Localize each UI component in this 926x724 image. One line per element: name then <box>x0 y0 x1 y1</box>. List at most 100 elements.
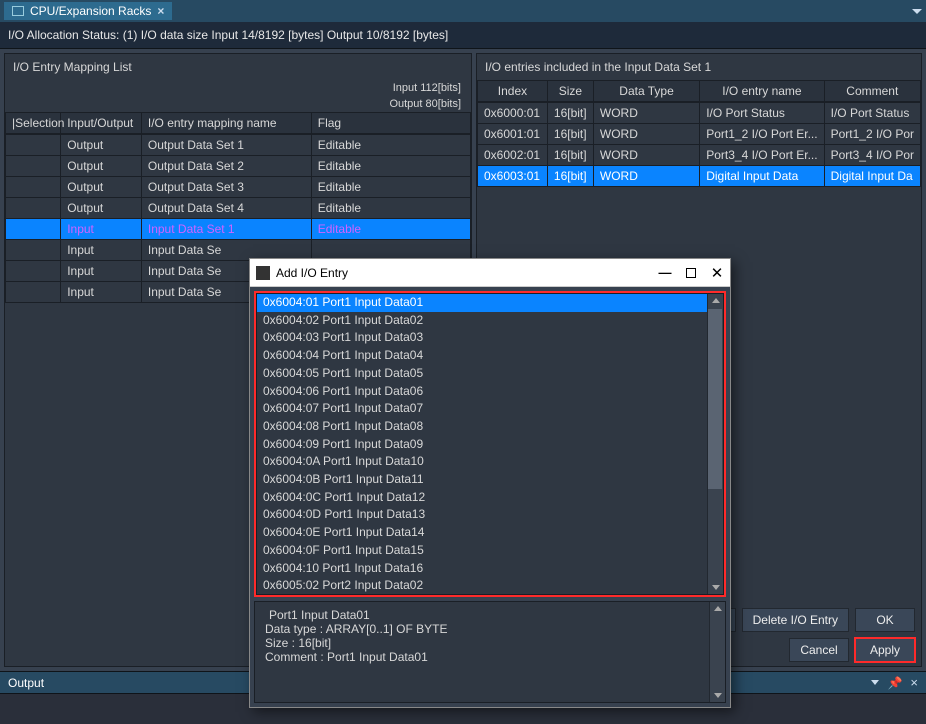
cell-io: Output <box>61 134 142 156</box>
table-row[interactable]: 0x6001:0116[bit]WORDPort1_2 I/O Port Er.… <box>478 124 921 145</box>
cell-entry: Port3_4 I/O Port Er... <box>700 145 824 166</box>
cell-type: WORD <box>593 102 699 124</box>
scroll-down-icon[interactable] <box>714 693 722 698</box>
col-index[interactable]: Index <box>478 81 548 103</box>
cancel-button[interactable]: Cancel <box>789 638 849 662</box>
cell-selection <box>6 261 61 282</box>
dialog-title: Add I/O Entry <box>276 266 348 280</box>
tab-close-icon[interactable]: × <box>157 4 164 18</box>
list-item[interactable]: 0x6004:0B Port1 Input Data11 <box>257 471 723 489</box>
cell-size: 16[bit] <box>547 145 593 166</box>
cell-selection <box>6 198 61 219</box>
list-item[interactable]: 0x6005:02 Port2 Input Data02 <box>257 577 723 595</box>
cell-index: 0x6002:01 <box>478 145 548 166</box>
table-row[interactable]: 0x6003:0116[bit]WORDDigital Input DataDi… <box>478 166 921 187</box>
delete-io-entry-button[interactable]: Delete I/O Entry <box>742 608 849 632</box>
list-item[interactable]: 0x6004:0E Port1 Input Data14 <box>257 524 723 542</box>
col-type[interactable]: Data Type <box>593 81 699 103</box>
col-flag[interactable]: Flag <box>311 113 470 135</box>
cell-comment: Digital Input Da <box>824 166 920 187</box>
scroll-up-icon[interactable] <box>714 606 722 611</box>
pin-icon[interactable]: 📌 <box>887 676 902 690</box>
list-item[interactable]: 0x6004:03 Port1 Input Data03 <box>257 329 723 347</box>
list-item[interactable]: 0x6004:0D Port1 Input Data13 <box>257 506 723 524</box>
output-dropdown-icon[interactable] <box>871 680 879 685</box>
io-allocation-status: I/O Allocation Status: (1) I/O data size… <box>0 22 926 49</box>
cell-name: Output Data Set 3 <box>141 177 311 198</box>
bits-input: Input 112[bits] <box>5 80 471 96</box>
table-row[interactable]: OutputOutput Data Set 1Editable <box>6 134 471 156</box>
tab-cpu-expansion[interactable]: CPU/Expansion Racks × <box>4 2 172 20</box>
cell-flag: Editable <box>311 198 470 219</box>
scrollbar[interactable] <box>707 294 723 594</box>
scroll-up-icon[interactable] <box>712 298 720 303</box>
dialog-titlebar[interactable]: Add I/O Entry — ✕ <box>250 259 730 287</box>
chevron-down-icon[interactable] <box>912 9 922 14</box>
apply-button[interactable]: Apply <box>855 638 915 662</box>
close-icon[interactable]: × <box>910 675 918 690</box>
cell-flag: Editable <box>311 219 470 240</box>
minimize-icon[interactable]: — <box>658 265 672 280</box>
table-row[interactable]: InputInput Data Set 1Editable <box>6 219 471 240</box>
cell-index: 0x6000:01 <box>478 102 548 124</box>
detail-comment: Comment : Port1 Input Data01 <box>265 650 715 664</box>
col-name[interactable]: I/O entry mapping name <box>141 113 311 135</box>
detail-datatype: Data type : ARRAY[0..1] OF BYTE <box>265 622 715 636</box>
list-item[interactable]: 0x6004:0F Port1 Input Data15 <box>257 542 723 560</box>
cell-io: Output <box>61 156 142 177</box>
io-entry-listbox[interactable]: 0x6004:01 Port1 Input Data010x6004:02 Po… <box>256 293 724 595</box>
list-item[interactable]: 0x6004:06 Port1 Input Data06 <box>257 383 723 401</box>
cell-name: Output Data Set 1 <box>141 134 311 156</box>
cell-io: Input <box>61 219 142 240</box>
cell-comment: Port3_4 I/O Por <box>824 145 920 166</box>
table-row[interactable]: OutputOutput Data Set 2Editable <box>6 156 471 177</box>
cell-entry: I/O Port Status <box>700 102 824 124</box>
cell-comment: I/O Port Status <box>824 102 920 124</box>
cell-io: Input <box>61 261 142 282</box>
maximize-icon[interactable] <box>686 268 696 278</box>
cell-type: WORD <box>593 166 699 187</box>
scroll-thumb[interactable] <box>708 309 722 489</box>
cell-index: 0x6001:01 <box>478 124 548 145</box>
col-entry[interactable]: I/O entry name <box>700 81 824 103</box>
cell-size: 16[bit] <box>547 102 593 124</box>
table-row[interactable]: 0x6000:0116[bit]WORDI/O Port StatusI/O P… <box>478 102 921 124</box>
cell-selection <box>6 134 61 156</box>
col-size[interactable]: Size <box>547 81 593 103</box>
table-row[interactable]: OutputOutput Data Set 3Editable <box>6 177 471 198</box>
output-label: Output <box>8 676 44 690</box>
cell-io: Output <box>61 177 142 198</box>
io-entry-detail: Port1 Input Data01 Data type : ARRAY[0..… <box>254 601 726 703</box>
col-comment[interactable]: Comment <box>824 81 920 103</box>
scroll-down-icon[interactable] <box>712 585 720 590</box>
mapping-list-title: I/O Entry Mapping List <box>5 54 471 80</box>
list-item[interactable]: 0x6004:07 Port1 Input Data07 <box>257 400 723 418</box>
cell-index: 0x6003:01 <box>478 166 548 187</box>
bits-output: Output 80[bits] <box>5 96 471 112</box>
cell-flag: Editable <box>311 177 470 198</box>
io-entry-list-highlight: 0x6004:01 Port1 Input Data010x6004:02 Po… <box>254 291 726 597</box>
table-row[interactable]: 0x6002:0116[bit]WORDPort3_4 I/O Port Er.… <box>478 145 921 166</box>
list-item[interactable]: 0x6004:02 Port1 Input Data02 <box>257 312 723 330</box>
detail-scrollbar[interactable] <box>709 602 725 702</box>
col-selection[interactable]: |Selection <box>6 113 61 135</box>
ok-button[interactable]: OK <box>855 608 915 632</box>
list-item[interactable]: 0x6004:09 Port1 Input Data09 <box>257 436 723 454</box>
cell-flag: Editable <box>311 156 470 177</box>
cell-io: Input <box>61 240 142 261</box>
list-item[interactable]: 0x6004:10 Port1 Input Data16 <box>257 560 723 578</box>
list-item[interactable]: 0x6004:01 Port1 Input Data01 <box>257 294 723 312</box>
tab-title: CPU/Expansion Racks <box>30 4 151 18</box>
io-entries-table: Index Size Data Type I/O entry name Comm… <box>477 80 921 187</box>
col-io[interactable]: Input/Output <box>61 113 142 135</box>
list-item[interactable]: 0x6004:0A Port1 Input Data10 <box>257 453 723 471</box>
io-entries-title: I/O entries included in the Input Data S… <box>477 54 921 80</box>
table-row[interactable]: OutputOutput Data Set 4Editable <box>6 198 471 219</box>
list-item[interactable]: 0x6004:0C Port1 Input Data12 <box>257 489 723 507</box>
dialog-close-icon[interactable]: ✕ <box>710 264 724 282</box>
list-item[interactable]: 0x6004:05 Port1 Input Data05 <box>257 365 723 383</box>
cell-size: 16[bit] <box>547 166 593 187</box>
list-item[interactable]: 0x6004:04 Port1 Input Data04 <box>257 347 723 365</box>
list-item[interactable]: 0x6004:08 Port1 Input Data08 <box>257 418 723 436</box>
cell-flag: Editable <box>311 134 470 156</box>
